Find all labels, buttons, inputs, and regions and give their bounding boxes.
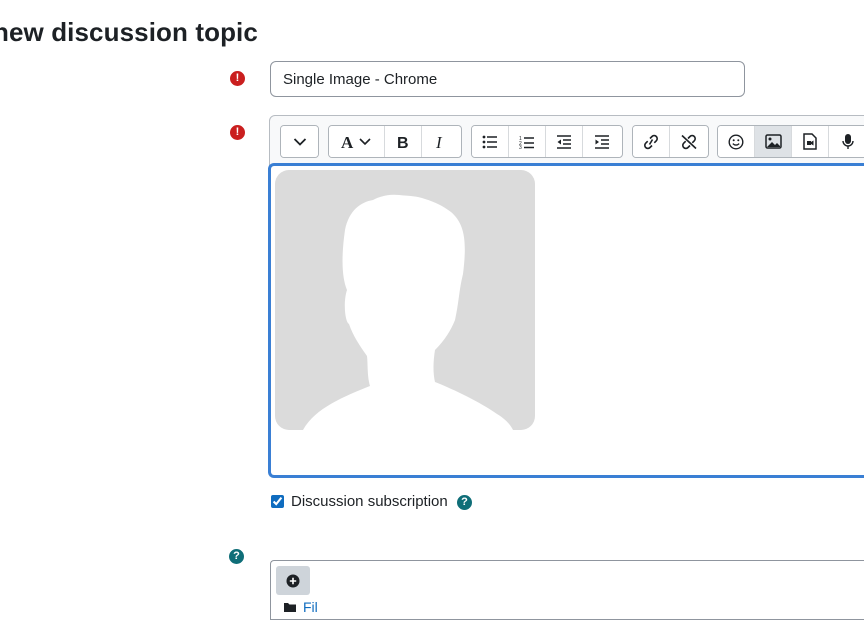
plus-circle-icon [286, 574, 300, 587]
toolbar-group-insert [717, 125, 864, 158]
toolbar-group-expand [280, 125, 319, 158]
folder-icon [284, 603, 296, 612]
add-file-button[interactable] [276, 566, 310, 595]
folder-link[interactable]: Fil [303, 599, 318, 615]
link-icon[interactable] [633, 126, 670, 157]
help-icon[interactable]: ? [457, 495, 472, 510]
media-icon[interactable] [792, 126, 829, 157]
subscription-row: Discussion subscription [270, 493, 448, 510]
help-icon[interactable]: ? [229, 549, 244, 564]
emoji-icon[interactable] [718, 126, 755, 157]
italic-icon[interactable]: I [422, 126, 459, 157]
svg-text:A: A [341, 134, 354, 150]
subscription-label: Discussion subscription [291, 493, 448, 510]
message-editor: A B I 123 [268, 115, 864, 478]
indent-icon[interactable] [583, 126, 620, 157]
toolbar-group-lists: 123 [471, 125, 623, 158]
editor-content-area[interactable] [268, 163, 864, 478]
required-icon: ! [230, 125, 245, 140]
toolbar-group-format: A B I [328, 125, 462, 158]
bullet-list-icon[interactable] [472, 126, 509, 157]
chevron-down-icon[interactable] [281, 126, 318, 157]
font-size-icon[interactable]: A [329, 126, 385, 157]
person-silhouette-image[interactable] [275, 170, 535, 430]
page-title: new discussion topic [0, 17, 258, 47]
svg-text:3: 3 [519, 145, 522, 149]
subscription-checkbox[interactable] [271, 495, 284, 508]
bold-icon[interactable]: B [385, 126, 422, 157]
svg-text:I: I [435, 134, 443, 150]
unlink-icon[interactable] [670, 126, 707, 157]
attachment-filepicker: Fil [270, 560, 864, 620]
svg-text:B: B [397, 135, 409, 150]
toolbar-group-links [632, 125, 709, 158]
folder-row: Fil [283, 599, 318, 615]
outdent-icon[interactable] [546, 126, 583, 157]
numbered-list-icon[interactable]: 123 [509, 126, 546, 157]
microphone-icon[interactable] [829, 126, 864, 157]
subject-input[interactable] [270, 61, 745, 97]
required-icon: ! [230, 71, 245, 86]
image-icon[interactable] [755, 126, 792, 157]
